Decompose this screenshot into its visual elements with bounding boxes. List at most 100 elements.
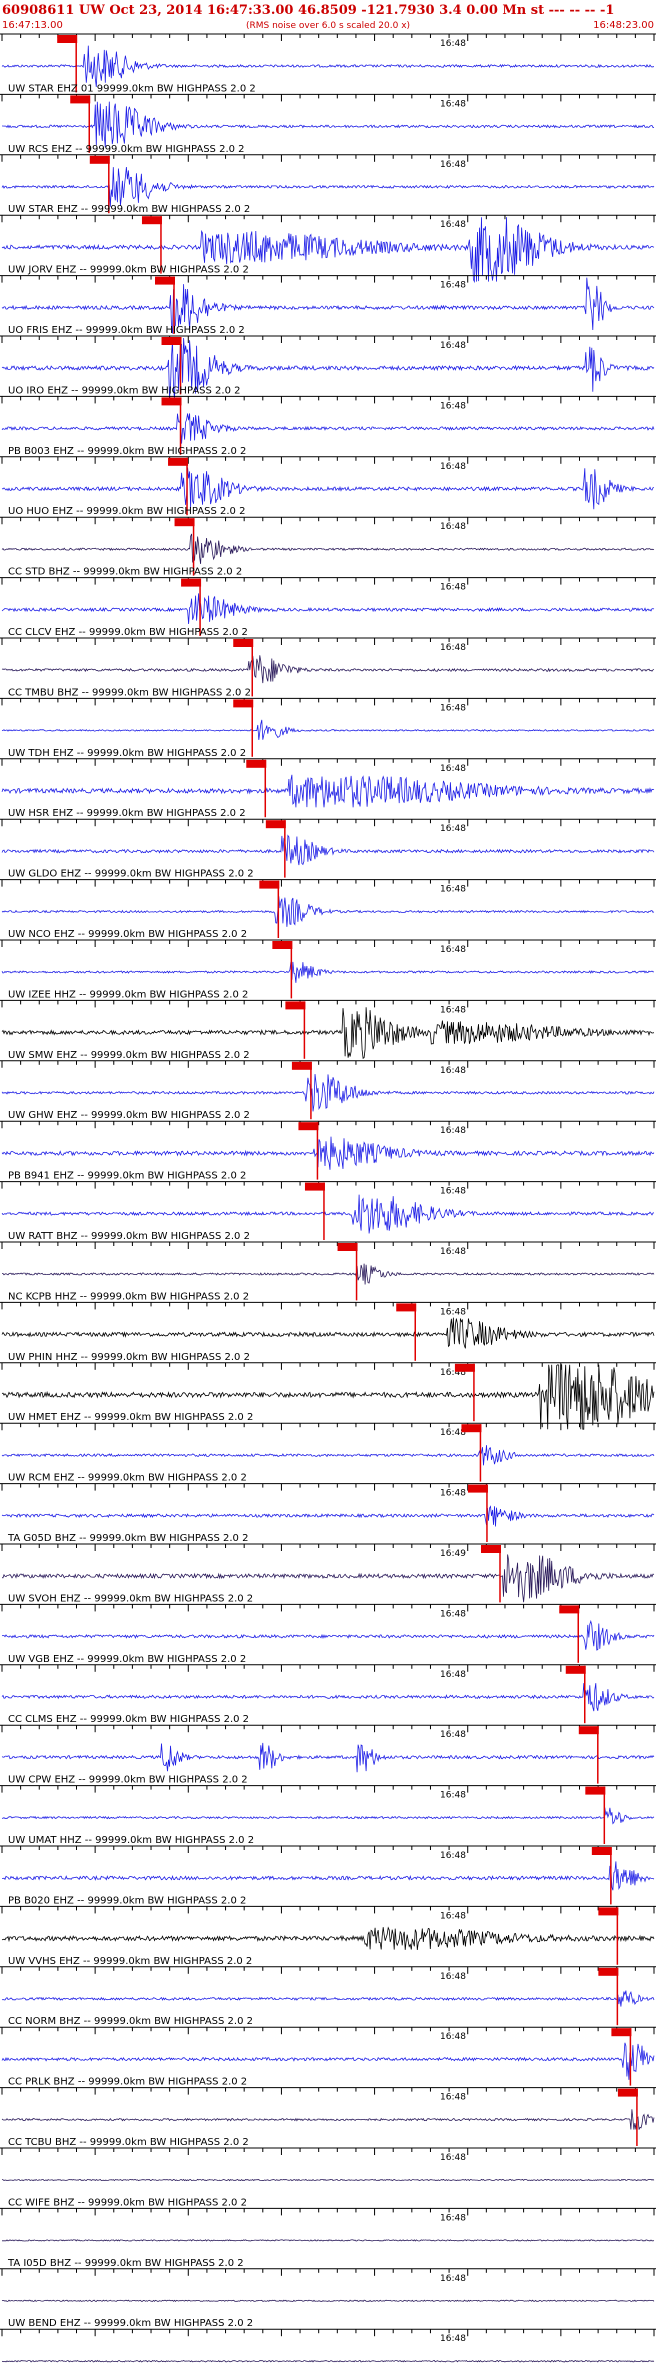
pick-flag: [396, 1303, 417, 1312]
minute-label: 16:48: [440, 1911, 466, 1921]
station-label: UW CPW EHZ -- 99999.0km BW HIGHPASS 2.0 …: [8, 1775, 248, 1786]
pick-flag: [259, 880, 280, 889]
station-label: TA I05D BHZ -- 99999.0km BW HIGHPASS 2.0…: [7, 2258, 244, 2269]
station-label: PB B003 EHZ -- 99999.0km BW HIGHPASS 2.0…: [8, 446, 246, 457]
pick-flag: [174, 518, 195, 527]
pick-flag: [598, 1967, 619, 1976]
minute-label: 16:48: [440, 462, 466, 472]
pick-flag: [467, 1484, 488, 1493]
minute-label: 16:49: [440, 1549, 466, 1559]
pick-flag: [454, 1363, 475, 1372]
minute-label: 16:48: [440, 824, 466, 834]
minute-label: 16:48: [440, 1791, 466, 1801]
station-label: UW TDH EHZ -- 99999.0km BW HIGHPASS 2.0 …: [8, 748, 246, 759]
minute-label: 16:48: [440, 281, 466, 291]
pick-flag: [598, 1907, 619, 1916]
seismogram-plot: 60908611 UW Oct 23, 2014 16:47:33.00 46.…: [0, 0, 656, 2378]
station-label: CC TMBU BHZ -- 99999.0km BW HIGHPASS 2.0…: [8, 687, 251, 698]
pick-flag: [161, 397, 182, 406]
station-label: CC STD BHZ -- 99999.0km BW HIGHPASS 2.0 …: [8, 567, 242, 578]
station-label: TA G05D BHZ -- 99999.0km BW HIGHPASS 2.0…: [7, 1533, 248, 1544]
pick-flag: [285, 1001, 306, 1010]
station-label: UO IRO EHZ -- 99999.0km BW HIGHPASS 2.0 …: [8, 385, 241, 396]
minute-label: 16:48: [440, 1972, 466, 1982]
station-label: CC PRLK BHZ -- 99999.0km BW HIGHPASS 2.0…: [8, 2077, 247, 2088]
station-label: UW IZEE HHZ -- 99999.0km BW HIGHPASS 2.0…: [8, 989, 248, 1000]
pick-flag: [565, 1665, 586, 1674]
station-label: UW RCM EHZ -- 99999.0km BW HIGHPASS 2.0 …: [8, 1473, 247, 1484]
pick-flag: [70, 95, 91, 104]
station-label: CC WIFE BHZ -- 99999.0km BW HIGHPASS 2.0…: [8, 2197, 247, 2208]
station-label: UW HMET EHZ -- 99999.0km BW HIGHPASS 2.0…: [8, 1412, 253, 1423]
pick-flag: [265, 820, 286, 829]
pick-flag: [233, 639, 254, 647]
station-label: UW HSR EHZ -- 99999.0km BW HIGHPASS 2.0 …: [8, 808, 246, 819]
minute-label: 16:48: [440, 401, 466, 411]
minute-label: 16:48: [440, 1187, 466, 1197]
minute-label: 16:48: [440, 341, 466, 351]
station-label: CC CLMS EHZ -- 99999.0km BW HIGHPASS 2.0…: [8, 1714, 249, 1725]
pick-flag: [246, 759, 267, 768]
station-label: UO FRIS EHZ -- 99999.0km BW HIGHPASS 2.0…: [8, 325, 245, 336]
pick-flag: [298, 1122, 319, 1131]
minute-label: 16:48: [440, 1005, 466, 1015]
pick-flag: [168, 457, 189, 466]
minute-label: 16:48: [440, 2093, 466, 2103]
pick-flag: [481, 1545, 501, 1553]
minute-label: 16:48: [440, 945, 466, 955]
minute-label: 16:48: [440, 99, 466, 109]
pick-flag: [155, 276, 175, 285]
pick-flag: [89, 155, 110, 164]
station-label: UW VVHS EHZ -- 99999.0km BW HIGHPASS 2.0…: [8, 1956, 252, 1967]
station-label: UW VGB EHZ -- 99999.0km BW HIGHPASS 2.0 …: [8, 1654, 246, 1665]
station-label: UW NCO EHZ -- 99999.0km BW HIGHPASS 2.0 …: [8, 929, 247, 940]
station-label: UW STAR EHZ -- 99999.0km BW HIGHPASS 2.0…: [8, 204, 250, 215]
pick-flag: [233, 699, 254, 708]
minute-label: 16:48: [440, 160, 466, 170]
minute-label: 16:48: [440, 2032, 466, 2042]
minute-label: 16:48: [440, 2274, 466, 2284]
minute-label: 16:48: [440, 764, 466, 774]
minute-label: 16:48: [440, 39, 466, 49]
station-label: UW UMAT HHZ -- 99999.0km BW HIGHPASS 2.0…: [8, 1835, 254, 1846]
pick-flag: [141, 216, 162, 225]
station-label: UW GHW EHZ -- 99999.0km BW HIGHPASS 2.0 …: [8, 1110, 250, 1121]
station-label: UW STAR EHZ 01 99999.0km BW HIGHPASS 2.0…: [8, 83, 256, 94]
pick-flag: [181, 578, 202, 587]
station-label: UW SVOH EHZ -- 99999.0km BW HIGHPASS 2.0…: [8, 1593, 253, 1604]
pick-flag: [272, 941, 293, 949]
pick-flag: [559, 1605, 580, 1614]
station-label: CC CLCV EHZ -- 99999.0km BW HIGHPASS 2.0…: [8, 627, 248, 638]
minute-label: 16:48: [440, 885, 466, 895]
minute-label: 16:48: [440, 1609, 466, 1619]
station-label: UW JORV EHZ -- 99999.0km BW HIGHPASS 2.0…: [8, 265, 249, 276]
pick-flag: [611, 2028, 632, 2037]
pick-flag: [161, 337, 182, 345]
minute-label: 16:48: [440, 2153, 466, 2163]
station-label: UO HUO EHZ -- 99999.0km BW HIGHPASS 2.0 …: [8, 506, 245, 517]
station-label: PB B020 EHZ -- 99999.0km BW HIGHPASS 2.0…: [8, 1895, 246, 1906]
minute-label: 16:48: [440, 522, 466, 532]
minute-label: 16:48: [440, 2213, 466, 2223]
pick-flag: [337, 1243, 358, 1251]
minute-label: 16:48: [440, 1126, 466, 1136]
pick-flag: [585, 1786, 606, 1795]
minute-label: 16:48: [440, 643, 466, 653]
pick-flag: [461, 1424, 482, 1433]
minute-label: 16:48: [440, 1670, 466, 1680]
station-label: UW RCS EHZ -- 99999.0km BW HIGHPASS 2.0 …: [8, 144, 245, 155]
rms-note: (RMS noise over 6.0 s scaled 20.0 x): [246, 21, 410, 31]
station-label: NC KCPB HHZ -- 99999.0km BW HIGHPASS 2.0…: [8, 1291, 249, 1302]
minute-label: 16:48: [440, 1307, 466, 1317]
station-label: UW BEND EHZ -- 99999.0km BW HIGHPASS 2.0…: [8, 2318, 253, 2329]
minute-label: 16:48: [440, 2334, 466, 2344]
minute-label: 16:48: [440, 1730, 466, 1740]
station-label: CC NORM BHZ -- 99999.0km BW HIGHPASS 2.0…: [8, 2016, 253, 2027]
minute-label: 16:48: [440, 1066, 466, 1076]
pick-flag: [291, 1061, 312, 1070]
minute-label: 16:48: [440, 583, 466, 593]
minute-label: 16:48: [440, 703, 466, 713]
minute-label: 16:48: [440, 1851, 466, 1861]
minute-label: 16:48: [440, 1247, 466, 1257]
station-label: UW GLDO EHZ -- 99999.0km BW HIGHPASS 2.0…: [8, 869, 254, 880]
